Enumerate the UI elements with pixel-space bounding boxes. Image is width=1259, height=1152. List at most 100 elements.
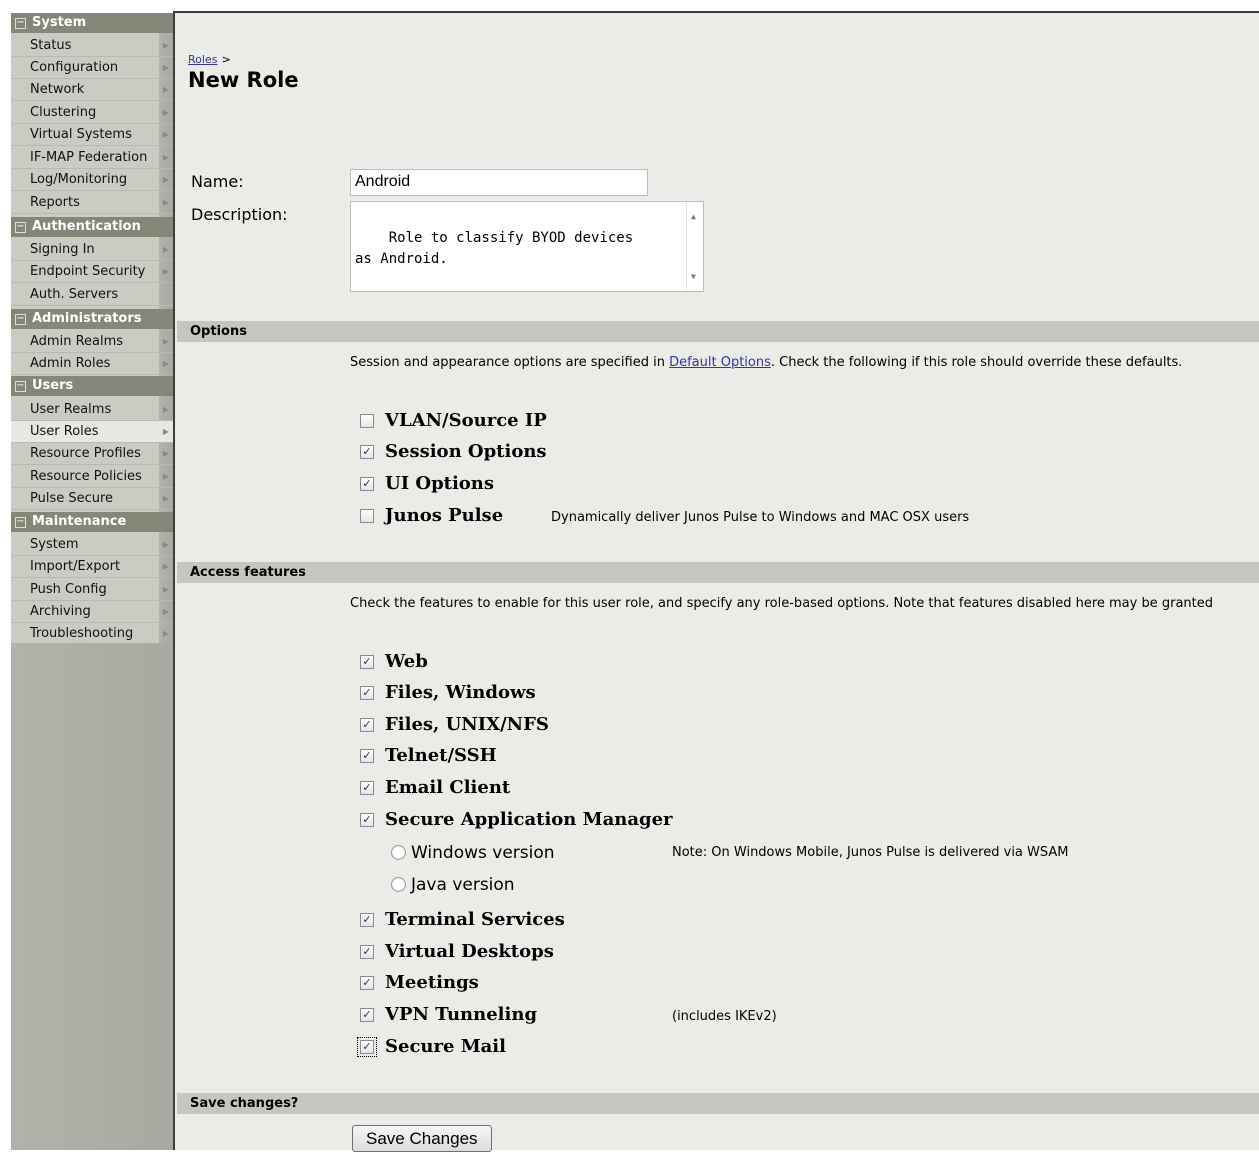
vpn-tunneling-checkbox[interactable]: ✓ <box>360 1008 374 1022</box>
secure-application-manager-label: Secure Application Manager <box>385 809 673 830</box>
chevron-right-icon: ▶ <box>162 540 169 549</box>
junos-pulse-note: Dynamically deliver Junos Pulse to Windo… <box>551 510 970 525</box>
email-client-label: Email Client <box>385 777 511 798</box>
description-text: Role to classify BYOD devices as Android… <box>355 230 634 267</box>
ui-options-label: UI Options <box>385 473 495 494</box>
windows-version-radio[interactable] <box>391 845 406 860</box>
secure-mail-checkbox[interactable]: ✓ <box>357 1037 377 1057</box>
collapse-icon[interactable]: − <box>15 314 26 325</box>
sidebar-item-label: Archiving <box>30 604 91 619</box>
files-windows-label: Files, Windows <box>385 682 536 703</box>
virtual-desktops-label: Virtual Desktops <box>385 941 554 962</box>
sidebar-item-label: Configuration <box>30 60 119 75</box>
sidebar-item-resource-policies[interactable]: Resource Policies ▶ <box>11 466 173 488</box>
description-scrollbar[interactable]: ▲ ▼ <box>686 202 703 291</box>
files-unix-nfs-checkbox[interactable]: ✓ <box>360 718 374 732</box>
sidebar-item-label: Reports <box>30 195 80 210</box>
sidebar-item-virtual-systems[interactable]: Virtual Systems ▶ <box>11 124 173 146</box>
sidebar-item-admin-roles[interactable]: Admin Roles ▶ <box>11 353 173 375</box>
chevron-right-icon: ▶ <box>162 427 169 436</box>
sidebar-item-import-export[interactable]: Import/Export ▶ <box>11 556 173 578</box>
breadcrumb-separator: > <box>221 53 231 66</box>
sidebar-item-label: Status <box>30 38 72 53</box>
collapse-icon[interactable]: − <box>15 18 26 29</box>
sidebar-item-label: Admin Roles <box>30 356 111 371</box>
vlan-source-ip-label: VLAN/Source IP <box>385 410 547 431</box>
secure-application-manager-checkbox[interactable]: ✓ <box>360 813 374 827</box>
session-options-checkbox[interactable]: ✓ <box>360 445 374 459</box>
chevron-right-icon: ▶ <box>162 405 169 414</box>
sidebar-item-ifmap-federation[interactable]: IF-MAP Federation ▶ <box>11 147 173 169</box>
scroll-down-icon[interactable]: ▼ <box>691 266 696 287</box>
sidebar-item-label: Admin Realms <box>30 334 124 349</box>
description-field[interactable]: Role to classify BYOD devices as Android… <box>350 201 704 292</box>
ui-options-checkbox[interactable]: ✓ <box>360 477 374 491</box>
vlan-source-ip-checkbox[interactable] <box>360 414 374 428</box>
sidebar-item-reports[interactable]: Reports ▶ <box>11 192 173 214</box>
sidebar-item-label: Troubleshooting <box>30 626 134 641</box>
sidebar-item-label: User Realms <box>30 402 112 417</box>
web-checkbox[interactable]: ✓ <box>360 655 374 669</box>
section-title: Maintenance <box>32 514 127 529</box>
description-label: Description: <box>191 205 288 224</box>
sidebar-item-troubleshooting[interactable]: Troubleshooting ▶ <box>11 623 173 645</box>
virtual-desktops-checkbox[interactable]: ✓ <box>360 945 374 959</box>
sidebar-item-log-monitoring[interactable]: Log/Monitoring ▶ <box>11 169 173 191</box>
breadcrumb-roles-link[interactable]: Roles <box>188 53 217 66</box>
sidebar-item-archiving[interactable]: Archiving ▶ <box>11 601 173 623</box>
save-changes-button[interactable]: Save Changes <box>352 1125 492 1152</box>
collapse-icon[interactable]: − <box>15 222 26 233</box>
breadcrumb: Roles > <box>188 52 231 67</box>
scroll-up-icon[interactable]: ▲ <box>691 206 696 227</box>
email-client-checkbox[interactable]: ✓ <box>360 781 374 795</box>
telnet-ssh-checkbox[interactable]: ✓ <box>360 749 374 763</box>
files-windows-checkbox[interactable]: ✓ <box>360 686 374 700</box>
sidebar-section-administrators[interactable]: − Administrators <box>11 309 173 329</box>
chevron-right-icon: ▶ <box>162 472 169 481</box>
sidebar-item-admin-realms[interactable]: Admin Realms ▶ <box>11 331 173 353</box>
chevron-right-icon: ▶ <box>162 108 169 117</box>
sidebar-section-authentication[interactable]: − Authentication <box>11 217 173 237</box>
sidebar-item-status[interactable]: Status ▶ <box>11 35 173 57</box>
chevron-right-icon: ▶ <box>162 494 169 503</box>
files-unix-nfs-label: Files, UNIX/NFS <box>385 714 549 735</box>
options-section-header: Options <box>177 321 1259 342</box>
chevron-right-icon: ▶ <box>162 449 169 458</box>
sidebar-section-maintenance[interactable]: − Maintenance <box>11 512 173 532</box>
name-field[interactable]: Android <box>350 169 648 196</box>
sidebar-item-network[interactable]: Network ▶ <box>11 79 173 101</box>
sidebar-item-user-roles[interactable]: User Roles ▶ <box>11 421 173 443</box>
meetings-checkbox[interactable]: ✓ <box>360 976 374 990</box>
sidebar-item-user-realms[interactable]: User Realms ▶ <box>11 399 173 421</box>
chevron-right-icon: ▶ <box>162 175 169 184</box>
junos-pulse-checkbox[interactable] <box>360 509 374 523</box>
terminal-services-checkbox[interactable]: ✓ <box>360 913 374 927</box>
java-version-radio[interactable] <box>391 877 406 892</box>
sidebar-item-pulse-secure[interactable]: Pulse Secure ▶ <box>11 488 173 510</box>
collapse-icon[interactable]: − <box>15 381 26 392</box>
sidebar-item-label: Resource Policies <box>30 469 142 484</box>
chevron-right-icon: ▶ <box>162 562 169 571</box>
sidebar-item-resource-profiles[interactable]: Resource Profiles ▶ <box>11 443 173 465</box>
collapse-icon[interactable]: − <box>15 517 26 528</box>
chevron-right-icon: ▶ <box>162 198 169 207</box>
sidebar-item-endpoint-security[interactable]: Endpoint Security ▶ <box>11 261 173 283</box>
options-desc-text-end: . Check the following if this role shoul… <box>770 355 1183 370</box>
wsam-note: Note: On Windows Mobile, Junos Pulse is … <box>672 845 1069 860</box>
sidebar-item-clustering[interactable]: Clustering ▶ <box>11 102 173 124</box>
section-title: System <box>32 15 87 30</box>
sidebar-item-configuration[interactable]: Configuration ▶ <box>11 57 173 79</box>
chevron-right-icon: ▶ <box>162 359 169 368</box>
sidebar-item-push-config[interactable]: Push Config ▶ <box>11 579 173 601</box>
chevron-right-icon: ▶ <box>162 130 169 139</box>
sidebar-section-system[interactable]: − System <box>11 13 173 33</box>
sidebar-section-users[interactable]: − Users <box>11 376 173 396</box>
sidebar-item-label: Auth. Servers <box>30 287 119 302</box>
sidebar-item-auth-servers[interactable]: Auth. Servers <box>11 284 173 306</box>
sidebar-item-system[interactable]: System ▶ <box>11 534 173 556</box>
section-title: Authentication <box>32 219 141 234</box>
sidebar-item-label: System <box>30 537 79 552</box>
sidebar-item-signing-in[interactable]: Signing In ▶ <box>11 239 173 261</box>
default-options-link[interactable]: Default Options <box>669 355 771 370</box>
web-label: Web <box>385 651 428 672</box>
